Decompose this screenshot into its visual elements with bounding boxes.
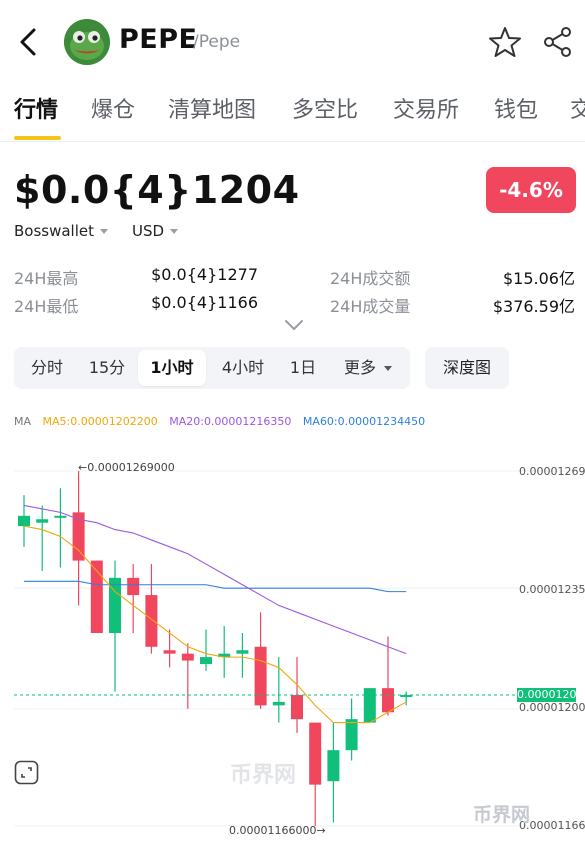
period-15m[interactable]: 15分	[80, 347, 134, 389]
token-subtitle: /Pepe	[193, 32, 241, 52]
tab-more-cut[interactable]: 交	[570, 92, 585, 124]
top-bar: PEPE /Pepe	[0, 0, 585, 84]
y-tick-label: 0.00001269	[519, 465, 585, 478]
low-marker-label: 0.00001166000→	[229, 824, 326, 837]
ma5-value: MA5:0.00001202200	[42, 415, 158, 428]
stat-low-label: 24H最低	[14, 297, 79, 316]
candle-body	[254, 646, 267, 706]
stat-turnover-label: 24H成交额	[330, 269, 411, 288]
period-selector: 分时 15分 1小时 4小时 1日 更多	[14, 347, 410, 389]
stat-volume-label: 24H成交量	[330, 297, 411, 316]
chevron-down-icon[interactable]	[283, 318, 305, 332]
current-price-tag: 0.00001204	[517, 688, 584, 702]
candle-body	[291, 695, 303, 720]
current-price: $0.0{4}1204	[14, 168, 300, 212]
stat-turnover-value: $15.06亿	[503, 269, 575, 288]
ma-legend: MA MA5:0.00001202200 MA20:0.00001216350 …	[14, 415, 433, 428]
y-tick-label: 0.00001200	[519, 701, 585, 714]
period-1h[interactable]: 1小时	[138, 350, 206, 386]
source-label: Bosswallet	[14, 222, 95, 240]
y-tick-label: 0.00001235	[519, 583, 585, 596]
tab-liquidation[interactable]: 爆仓	[91, 92, 135, 124]
currency-dropdown[interactable]: USD	[132, 222, 179, 240]
stat-low-value: $0.0{4}1166	[151, 293, 258, 312]
candle-body	[145, 595, 158, 647]
depth-chart-button[interactable]: 深度图	[425, 347, 509, 389]
candle-body	[382, 688, 394, 713]
tab-long-short-ratio[interactable]: 多空比	[292, 92, 358, 124]
tab-wallet[interactable]: 钱包	[494, 92, 538, 124]
pepe-frog-icon	[64, 19, 110, 65]
candle-body	[127, 577, 140, 596]
candle-body	[327, 750, 340, 782]
period-more-label: 更多	[343, 358, 376, 377]
ma60-value: MA60:0.00001234450	[302, 415, 426, 428]
token-avatar	[64, 19, 110, 65]
watermark-corner: 币界网	[473, 804, 531, 826]
source-dropdown[interactable]: Bosswallet	[14, 222, 109, 240]
expand-fullscreen-icon[interactable]	[14, 760, 39, 785]
candle-body	[163, 650, 176, 654]
ma60-line	[24, 580, 407, 593]
star-favorite-icon[interactable]	[488, 25, 522, 59]
watermark-center: 币界网	[230, 763, 297, 788]
ma-label: MA	[14, 415, 32, 428]
candle-body	[18, 515, 30, 527]
period-more[interactable]: 更多	[332, 347, 404, 389]
period-1d[interactable]: 1日	[280, 347, 326, 389]
ma20-value: MA20:0.00001216350	[169, 415, 292, 428]
candle-body	[181, 653, 194, 661]
share-icon[interactable]	[542, 26, 574, 58]
currency-label: USD	[132, 222, 165, 240]
price-change-badge: -4.6%	[486, 167, 576, 213]
candle-body	[363, 688, 376, 723]
tab-liquidation-map[interactable]: 清算地图	[168, 92, 256, 124]
tab-exchanges[interactable]: 交易所	[393, 92, 459, 124]
stat-volume-value: $376.59亿	[492, 297, 575, 316]
tab-market[interactable]: 行情	[14, 92, 58, 124]
stat-high-label: 24H最高	[14, 269, 79, 288]
high-marker-label: ←0.00001269000	[78, 461, 175, 474]
candle-body	[36, 519, 49, 523]
candle-body	[309, 722, 322, 785]
candle-body	[236, 650, 249, 654]
caret-down-icon	[170, 229, 179, 234]
period-timeline[interactable]: 分时	[18, 347, 76, 389]
candle-body	[345, 719, 358, 751]
token-title: PEPE	[119, 24, 198, 55]
category-tabs: 行情 爆仓 清算地图 多空比 交易所 钱包 交	[0, 84, 585, 142]
caret-down-icon	[384, 366, 392, 371]
candle-body	[200, 657, 212, 665]
back-arrow-icon[interactable]	[14, 26, 44, 58]
period-4h[interactable]: 4小时	[210, 347, 276, 389]
stat-high-value: $0.0{4}1277	[151, 265, 258, 284]
active-tab-indicator	[14, 136, 61, 140]
candle-body	[54, 515, 67, 518]
candle-body	[272, 701, 285, 706]
caret-down-icon	[100, 229, 109, 234]
